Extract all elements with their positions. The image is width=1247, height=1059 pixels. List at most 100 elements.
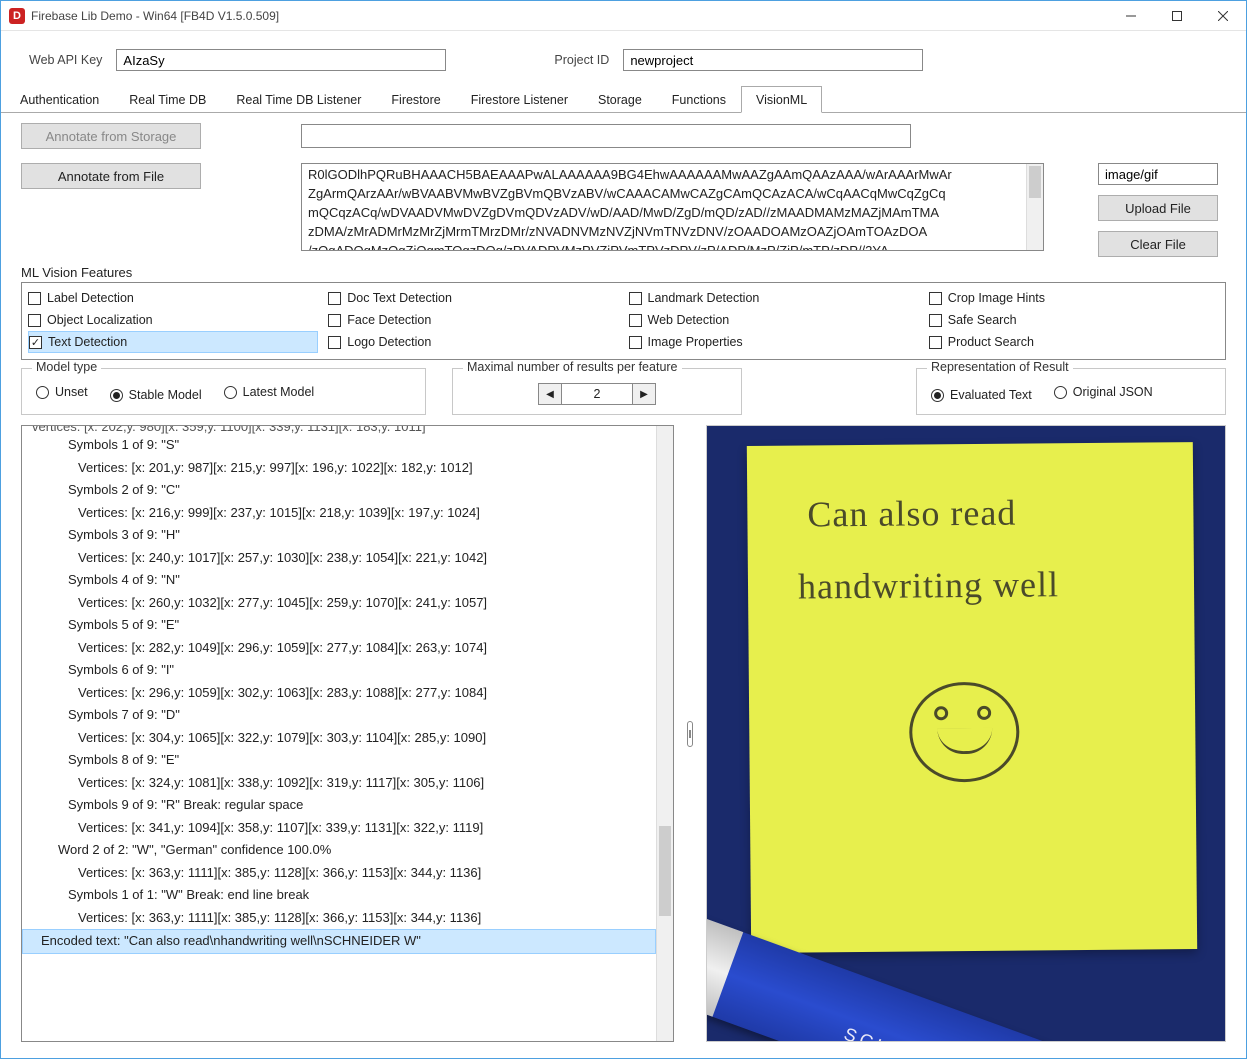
result-line[interactable]: vertices. [x. 202,y. 980][x. 359,y. 1100… — [22, 426, 656, 434]
feature-label: Web Detection — [648, 313, 730, 327]
tab-firestore[interactable]: Firestore — [376, 86, 455, 113]
storage-path-input[interactable] — [301, 124, 911, 148]
result-line[interactable]: Symbols 5 of 9: "E" — [22, 614, 656, 637]
checkbox-icon — [629, 292, 642, 305]
splitter-handle[interactable] — [686, 425, 694, 1042]
result-line[interactable]: Symbols 3 of 9: "H" — [22, 524, 656, 547]
web-api-key-input[interactable] — [116, 49, 446, 71]
feature-label: Text Detection — [48, 335, 127, 349]
result-line[interactable]: Symbols 6 of 9: "I" — [22, 659, 656, 682]
checkbox-icon — [629, 336, 642, 349]
radio-label: Stable Model — [129, 388, 202, 402]
feature-safe-search[interactable]: Safe Search — [929, 309, 1219, 331]
spinner-up-icon[interactable]: ▶ — [632, 383, 656, 405]
annotate-from-file-button[interactable]: Annotate from File — [21, 163, 201, 189]
result-line[interactable]: Symbols 9 of 9: "R" Break: regular space — [22, 794, 656, 817]
checkbox-icon — [929, 292, 942, 305]
result-line[interactable]: Symbols 1 of 1: "W" Break: end line brea… — [22, 884, 656, 907]
result-line[interactable]: Vertices: [x: 282,y: 1049][x: 296,y: 105… — [22, 637, 656, 660]
result-line[interactable]: Symbols 8 of 9: "E" — [22, 749, 656, 772]
web-api-key-label: Web API Key — [29, 53, 102, 67]
feature-logo-detection[interactable]: Logo Detection — [328, 331, 618, 353]
result-line-selected[interactable]: Encoded text: "Can also read\nhandwritin… — [22, 929, 656, 954]
feature-label: Doc Text Detection — [347, 291, 452, 305]
close-button[interactable] — [1200, 1, 1246, 30]
result-line[interactable]: Vertices: [x: 304,y: 1065][x: 322,y: 107… — [22, 727, 656, 750]
feature-label: Object Localization — [47, 313, 153, 327]
mime-type-input[interactable] — [1098, 163, 1218, 185]
checkbox-icon — [28, 314, 41, 327]
upload-file-button[interactable]: Upload File — [1098, 195, 1218, 221]
feature-web-detection[interactable]: Web Detection — [629, 309, 919, 331]
project-id-label: Project ID — [554, 53, 609, 67]
feature-label-detection[interactable]: Label Detection — [28, 287, 318, 309]
checkbox-icon — [328, 336, 341, 349]
result-line[interactable]: Vertices: [x: 296,y: 1059][x: 302,y: 106… — [22, 682, 656, 705]
result-line[interactable]: Vertices: [x: 341,y: 1094][x: 358,y: 110… — [22, 817, 656, 840]
title-bar: D Firebase Lib Demo - Win64 [FB4D V1.5.0… — [1, 1, 1246, 31]
annotate-from-storage-button[interactable]: Annotate from Storage — [21, 123, 201, 149]
radio-label: Latest Model — [243, 385, 315, 399]
handwriting-line-1: Can also read — [807, 492, 1016, 536]
max-results-group: Maximal number of results per feature ◀ … — [452, 368, 742, 415]
feature-label: Product Search — [948, 335, 1034, 349]
radio-label: Original JSON — [1073, 385, 1153, 399]
result-line[interactable]: Vertices: [x: 201,y: 987][x: 215,y: 997]… — [22, 457, 656, 480]
repr-radio-original-json[interactable]: Original JSON — [1054, 381, 1153, 403]
tab-visionml[interactable]: VisionML — [741, 86, 822, 113]
result-line[interactable]: Vertices: [x: 240,y: 1017][x: 257,y: 103… — [22, 547, 656, 570]
app-window: D Firebase Lib Demo - Win64 [FB4D V1.5.0… — [0, 0, 1247, 1059]
spinner-down-icon[interactable]: ◀ — [538, 383, 562, 405]
tab-authentication[interactable]: Authentication — [5, 86, 114, 113]
sticky-note: Can also read handwriting well — [747, 442, 1197, 953]
result-line[interactable]: Symbols 4 of 9: "N" — [22, 569, 656, 592]
feature-face-detection[interactable]: Face Detection — [328, 309, 618, 331]
maximize-button[interactable] — [1154, 1, 1200, 30]
tab-firestore-listener[interactable]: Firestore Listener — [456, 86, 583, 113]
repr-radio-evaluated-text[interactable]: Evaluated Text — [931, 384, 1032, 406]
base64-scrollbar[interactable] — [1026, 164, 1043, 250]
feature-object-localization[interactable]: Object Localization — [28, 309, 318, 331]
feature-image-properties[interactable]: Image Properties — [629, 331, 919, 353]
spinner-value[interactable]: 2 — [562, 383, 632, 405]
result-line[interactable]: Vertices: [x: 363,y: 1111][x: 385,y: 112… — [22, 862, 656, 885]
features-label: ML Vision Features — [21, 265, 1226, 280]
tab-functions[interactable]: Functions — [657, 86, 741, 113]
result-line[interactable]: Word 2 of 2: "W", "German" confidence 10… — [22, 839, 656, 862]
handwriting-line-2: handwriting well — [798, 563, 1059, 607]
clear-file-button[interactable]: Clear File — [1098, 231, 1218, 257]
feature-label: Label Detection — [47, 291, 134, 305]
model-radio-unset[interactable]: Unset — [36, 381, 88, 403]
pen-brand-text: SCHNEIDER I — [841, 1024, 999, 1042]
results-listbox[interactable]: vertices. [x. 202,y. 980][x. 359,y. 1100… — [21, 425, 674, 1042]
result-line[interactable]: Vertices: [x: 324,y: 1081][x: 338,y: 109… — [22, 772, 656, 795]
model-radio-stable-model[interactable]: Stable Model — [110, 384, 202, 406]
checkbox-icon — [629, 314, 642, 327]
result-line[interactable]: Symbols 7 of 9: "D" — [22, 704, 656, 727]
checkbox-icon — [328, 314, 341, 327]
max-results-spinner[interactable]: ◀ 2 ▶ — [538, 383, 656, 405]
features-panel: Label Detection Doc Text Detection Landmar… — [21, 282, 1226, 360]
results-scrollbar[interactable] — [656, 426, 673, 1041]
project-id-input[interactable] — [623, 49, 923, 71]
feature-product-search[interactable]: Product Search — [929, 331, 1219, 353]
result-line[interactable]: Vertices: [x: 216,y: 999][x: 237,y: 1015… — [22, 502, 656, 525]
feature-text-detection[interactable]: Text Detection — [28, 331, 318, 353]
tab-storage[interactable]: Storage — [583, 86, 657, 113]
checkbox-icon — [328, 292, 341, 305]
feature-doc-text-detection[interactable]: Doc Text Detection — [328, 287, 618, 309]
feature-crop-image-hints[interactable]: Crop Image Hints — [929, 287, 1219, 309]
tab-real-time-db[interactable]: Real Time DB — [114, 86, 221, 113]
preview-photo: Can also read handwriting well SCHNEIDER… — [706, 425, 1226, 1042]
minimize-button[interactable] — [1108, 1, 1154, 30]
model-radio-latest-model[interactable]: Latest Model — [224, 381, 315, 403]
result-line[interactable]: Symbols 1 of 9: "S" — [22, 434, 656, 457]
result-line[interactable]: Vertices: [x: 363,y: 1111][x: 385,y: 112… — [22, 907, 656, 930]
result-line[interactable]: Symbols 2 of 9: "C" — [22, 479, 656, 502]
feature-label: Image Properties — [648, 335, 743, 349]
feature-landmark-detection[interactable]: Landmark Detection — [629, 287, 919, 309]
tab-real-time-db-listener[interactable]: Real Time DB Listener — [221, 86, 376, 113]
result-line[interactable]: Vertices: [x: 260,y: 1032][x: 277,y: 104… — [22, 592, 656, 615]
base64-textarea[interactable]: R0lGODlhPQRuBHAAACH5BAEAAAPwALAAAAAA9BG4… — [301, 163, 1044, 251]
app-logo-icon: D — [9, 8, 25, 24]
